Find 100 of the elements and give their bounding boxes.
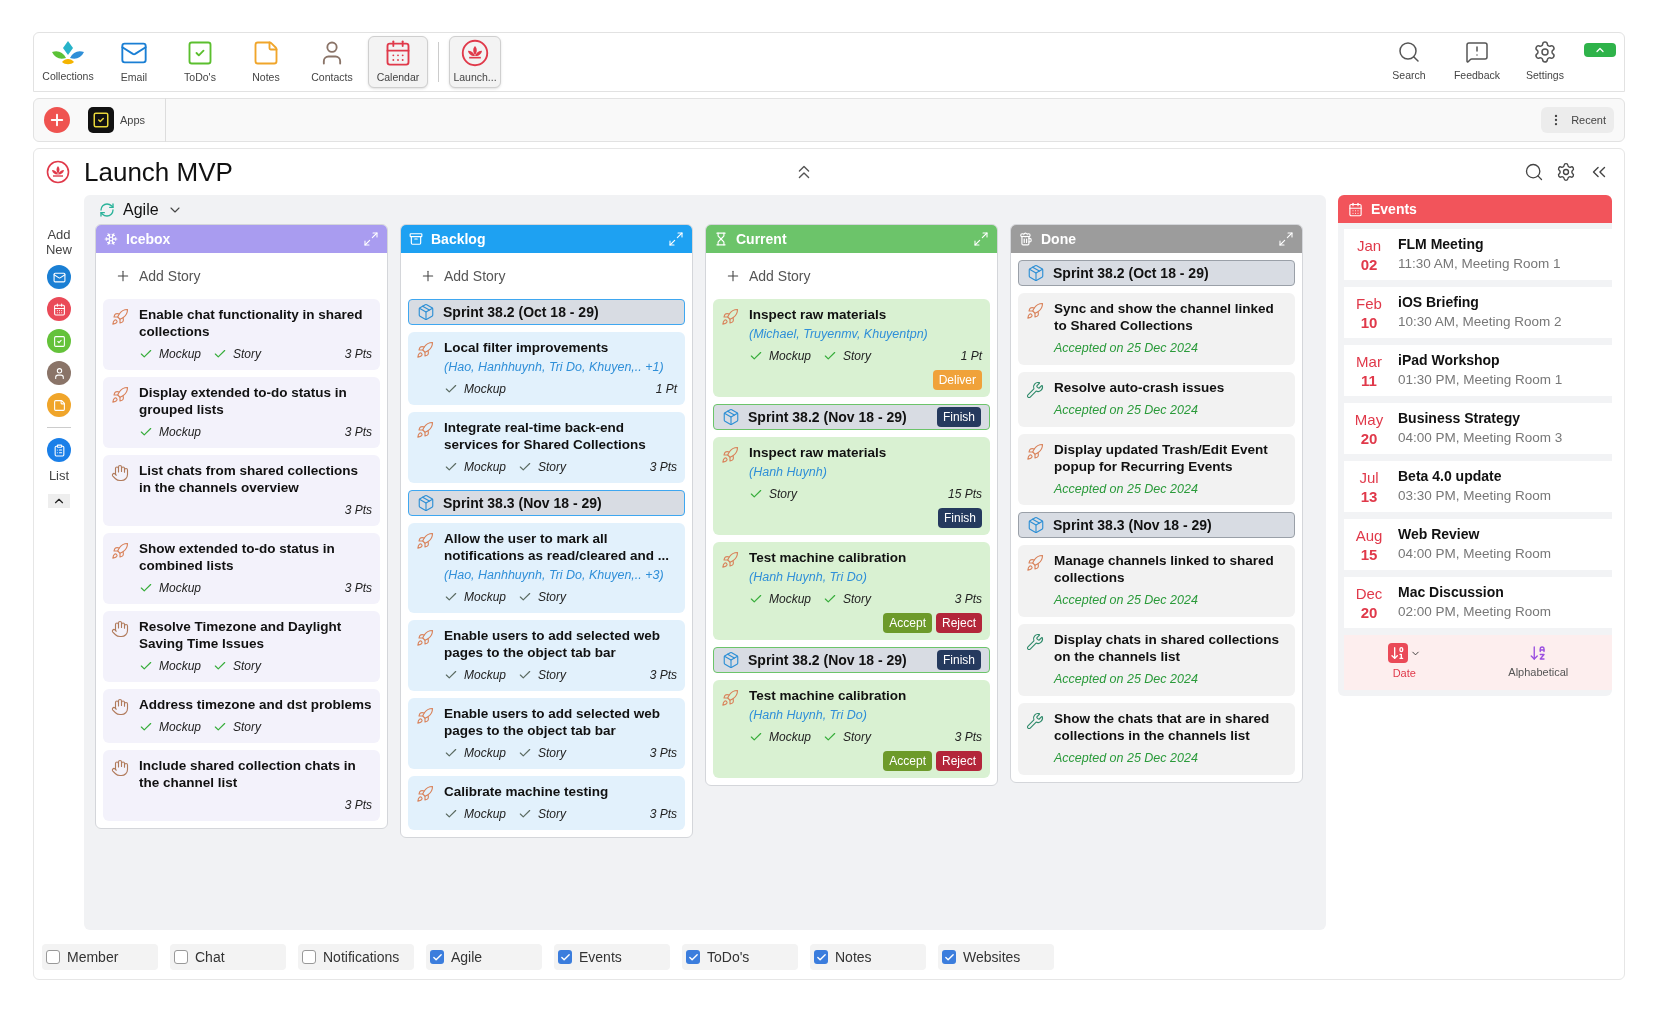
story-card[interactable]: Display extended to-do status in grouped lists Mockup 3 Pts	[103, 377, 380, 448]
sprint-header[interactable]: Sprint 38.2 (Oct 18 - 29)	[1018, 260, 1295, 286]
story-card[interactable]: Enable chat functionality in shared collections Mockup Story 3 Pts	[103, 299, 380, 370]
story-card[interactable]: Manage channels linked to shared collections Accepted on 25 Dec 2024	[1018, 545, 1295, 617]
app-nav-button[interactable]: Collections	[38, 36, 98, 88]
sprint-header[interactable]: Sprint 38.3 (Nov 18 - 29)	[408, 490, 685, 516]
add-item-button[interactable]	[47, 265, 71, 289]
checkbox[interactable]	[942, 950, 956, 964]
finish-button[interactable]: Finish	[937, 407, 981, 427]
event-month: Feb	[1356, 293, 1382, 313]
story-card[interactable]: Display chats in shared collections on the channels list Accepted on 25 Dec 2024	[1018, 624, 1295, 696]
sprint-header[interactable]: Sprint 38.2 (Nov 18 - 29) Finish	[713, 647, 990, 673]
story-card[interactable]: Local filter improvements (Hao, Hanhhuynh, Tri Do, Khuyen,.. +1) Mockup 1 Pt	[408, 332, 685, 405]
expand-icon[interactable]	[668, 231, 684, 247]
story-card[interactable]: Show extended to-do status in combined lists Mockup 3 Pts	[103, 533, 380, 604]
rocket-icon	[721, 446, 739, 464]
reject-button[interactable]: Reject	[936, 751, 982, 771]
filter-option[interactable]: Events	[554, 944, 670, 970]
finish-button[interactable]: Finish	[937, 650, 981, 670]
add-item-button[interactable]	[47, 361, 71, 385]
story-card[interactable]: Enable users to add selected web pages to the object tab bar Mockup Story 3 Pts	[408, 620, 685, 691]
toolbar-button[interactable]: Settings	[1516, 36, 1574, 88]
checkbox[interactable]	[814, 950, 828, 964]
checkbox[interactable]	[302, 950, 316, 964]
app-nav-button[interactable]: Calendar	[368, 36, 428, 88]
event-card[interactable]: Mar 11 iPad Workshop 01:30 PM, Meeting Room 1	[1344, 345, 1612, 396]
search-icon[interactable]	[1524, 162, 1544, 182]
sprint-header[interactable]: Sprint 38.3 (Nov 18 - 29)	[1018, 512, 1295, 539]
story-title: Local filter improvements	[444, 339, 610, 356]
add-item-button[interactable]	[47, 393, 71, 417]
story-card[interactable]: Test machine calibration (Hanh Huynh, Tri Do) Mockup Story 3 Pts Accept Reject	[713, 542, 990, 640]
add-item-button[interactable]	[47, 329, 71, 353]
story-card[interactable]: Show the chats that are in shared collections in the channels list Accepted on 25 Dec 2024	[1018, 702, 1295, 775]
event-card[interactable]: May 20 Business Strategy 04:00 PM, Meeting Room 3	[1344, 403, 1612, 454]
story-card[interactable]: Enable users to add selected web pages to the object tab bar Mockup Story 3 Pts	[408, 698, 685, 769]
add-story-button[interactable]: Add Story	[408, 260, 685, 292]
add-story-button[interactable]: Add Story	[103, 260, 380, 292]
story-card[interactable]: List chats from shared collections in the channels overview 3 Pts	[103, 455, 380, 526]
apps-button[interactable]: Apps	[88, 107, 146, 133]
story-card[interactable]: Inspect raw materials (Hanh Huynh) Story 15 Pts Finish	[713, 437, 990, 535]
story-title: Include shared collection chats in the channel list	[139, 757, 357, 791]
event-card[interactable]: Feb 10 iOS Briefing 10:30 AM, Meeting Room 2	[1344, 287, 1612, 338]
leaves-logo-icon	[50, 39, 86, 66]
event-card[interactable]: Aug 15 Web Review 04:00 PM, Meeting Room	[1344, 519, 1612, 570]
filter-option[interactable]: Chat	[170, 944, 286, 970]
collapse-toggle-button[interactable]	[1584, 43, 1616, 57]
toolbar-button[interactable]: Search	[1380, 36, 1438, 88]
expand-icon[interactable]	[363, 231, 379, 247]
app-nav-button[interactable]: Contacts	[302, 36, 362, 88]
sort-option[interactable]: Date	[1387, 643, 1421, 682]
checkbox[interactable]	[686, 950, 700, 964]
filter-option[interactable]: Notes	[810, 944, 926, 970]
app-nav-button[interactable]: Launch...	[449, 36, 501, 88]
checkbox[interactable]	[46, 950, 60, 964]
story-card[interactable]: Allow the user to mark all notifications as read/cleared and ... (Hao, Hanhhuynh, Tri Do, Khuyen,.. +3) Mockup Story	[408, 523, 685, 613]
story-card[interactable]: Calibrate machine testing Mockup Story 3 Pts	[408, 776, 685, 830]
snowflake-icon	[104, 232, 118, 246]
event-card[interactable]: Dec 20 Mac Discussion 02:00 PM, Meeting Room	[1344, 577, 1612, 628]
list-button[interactable]	[47, 438, 71, 462]
reject-button[interactable]: Reject	[936, 613, 982, 633]
event-detail: 10:30 AM, Meeting Room 2	[1398, 313, 1562, 331]
checkbox[interactable]	[174, 950, 188, 964]
expand-icon[interactable]	[973, 231, 989, 247]
settings-icon[interactable]	[1556, 162, 1576, 182]
app-nav-button[interactable]: Email	[104, 36, 164, 88]
story-card[interactable]: Resolve auto-crash issues Accepted on 25 Dec 2024	[1018, 371, 1295, 427]
story-card[interactable]: Resolve Timezone and Daylight Saving Time Issues Mockup Story	[103, 611, 380, 682]
recent-button[interactable]: Recent	[1541, 107, 1614, 133]
filter-option[interactable]: Websites	[938, 944, 1054, 970]
story-card[interactable]: Test machine calibration (Hanh Huynh, Tri Do) Mockup Story 3 Pts Accept Reject	[713, 680, 990, 778]
story-card[interactable]: Display updated Trash/Edit Event popup for Recurring Events Accepted on 25 Dec 2024	[1018, 433, 1295, 506]
view-selector[interactable]: Agile	[99, 199, 183, 221]
finish-button[interactable]: Finish	[938, 508, 982, 528]
story-title: Show extended to-do status in combined lists	[139, 540, 336, 574]
filter-option[interactable]: Notifications	[298, 944, 414, 970]
add-button[interactable]	[44, 107, 70, 133]
add-item-button[interactable]	[47, 297, 71, 321]
event-card[interactable]: Jan 02 FLM Meeting 11:30 AM, Meeting Room 1	[1344, 229, 1612, 280]
story-card[interactable]: Sync and show the channel linked to Shared Collections Accepted on 25 Dec 2024	[1018, 293, 1295, 365]
filter-option[interactable]: Member	[42, 944, 158, 970]
expand-icon[interactable]	[1278, 231, 1294, 247]
event-card[interactable]: Jul 13 Beta 4.0 update 03:30 PM, Meeting Room	[1344, 461, 1612, 512]
story-card[interactable]: Inspect raw materials (Michael, Truyenmv, Khuyentpn) Mockup Story 1 Pt Deliver	[713, 299, 990, 397]
sprint-header[interactable]: Sprint 38.2 (Oct 18 - 29)	[408, 299, 685, 325]
app-nav-button[interactable]: ToDo's	[170, 36, 230, 88]
collapse-button[interactable]	[48, 493, 70, 508]
mug-icon	[1019, 232, 1033, 246]
toolbar-button[interactable]: Feedback	[1448, 36, 1506, 88]
story-card[interactable]: Address timezone and dst problems Mockup Story	[103, 689, 380, 743]
check-icon	[139, 347, 153, 361]
filter-option[interactable]: Agile	[426, 944, 542, 970]
add-story-button[interactable]: Add Story	[713, 260, 990, 292]
filter-option[interactable]: ToDo's	[682, 944, 798, 970]
story-card[interactable]: Include shared collection chats in the channel list 3 Pts	[103, 750, 380, 821]
app-nav-button[interactable]: Notes	[236, 36, 296, 88]
story-card[interactable]: Integrate real-time back-end services for Shared Collections Mockup Story 3 Pts	[408, 412, 685, 483]
sprint-header[interactable]: Sprint 38.2 (Nov 18 - 29) Finish	[713, 404, 990, 430]
sort-option[interactable]: Alphabetical	[1508, 644, 1569, 681]
checkbox[interactable]	[558, 950, 572, 964]
checkbox[interactable]	[430, 950, 444, 964]
